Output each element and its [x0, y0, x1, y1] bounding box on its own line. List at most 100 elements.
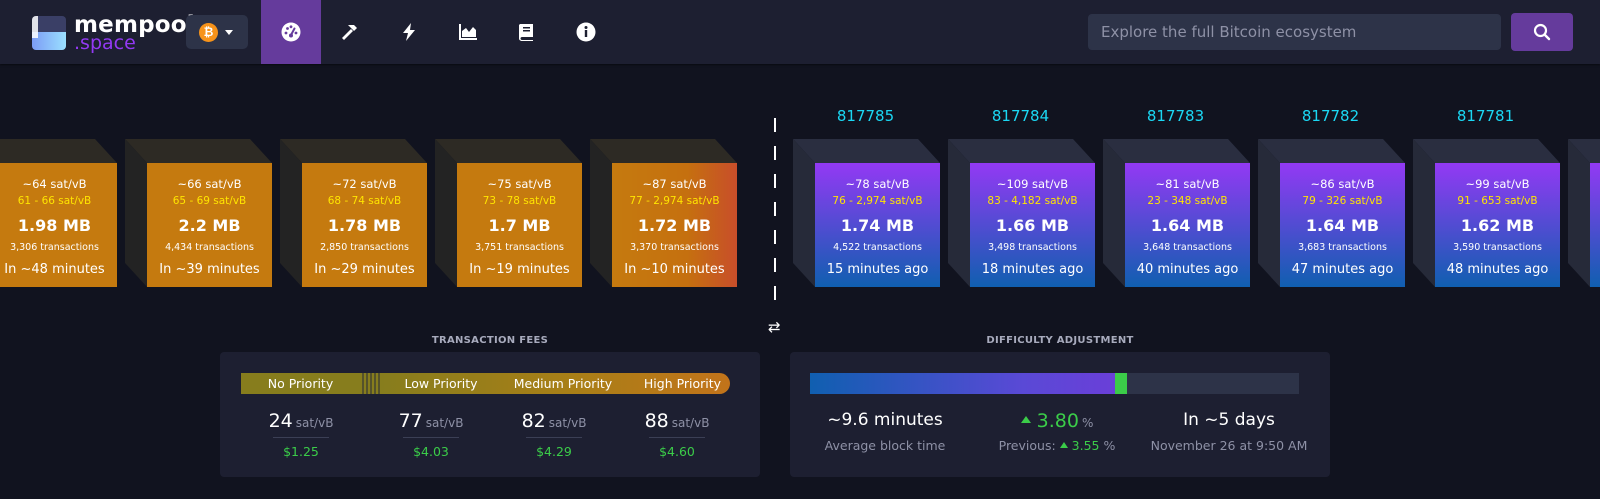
- network-selector[interactable]: ₿: [186, 15, 248, 49]
- search-input[interactable]: [1088, 14, 1501, 50]
- difficulty-progress-fill: [810, 373, 1115, 394]
- label-medium-priority: Medium Priority: [513, 376, 613, 391]
- block-age: 18 minutes ago: [981, 262, 1084, 277]
- eta-date: November 26 at 9:50 AM: [1150, 438, 1308, 453]
- fee-usd: $4.60: [659, 444, 695, 459]
- block-height-link[interactable]: 817784: [958, 107, 1083, 125]
- mempool-block[interactable]: ~87 sat/vB 77 - 2,974 sat/vB 1.72 MB 3,3…: [590, 139, 737, 287]
- block-face: ~109 sat/vB 83 - 4,182 sat/vB 1.66 MB 3,…: [970, 163, 1095, 287]
- change-unit: %: [1081, 416, 1094, 430]
- fee-range: 91 - 653 sat/vB: [1457, 195, 1538, 207]
- block-face: ~87 sat/vB 77 - 2,974 sat/vB 1.72 MB 3,3…: [612, 163, 737, 287]
- fee-medium-priority: 82 sat/vB: [514, 410, 594, 432]
- block-height-link[interactable]: 817782: [1268, 107, 1393, 125]
- tx-count: 3,498 transactions: [988, 242, 1077, 253]
- median-fee: ~66 sat/vB: [177, 177, 242, 191]
- block-size: 1.64 MB: [1150, 216, 1225, 235]
- nav-dashboard[interactable]: [261, 0, 321, 64]
- logo-icon: [32, 16, 66, 50]
- median-fee: ~64 sat/vB: [22, 177, 87, 191]
- median-fee: ~86 sat/vB: [1310, 177, 1375, 191]
- block-face: ~78 sat/vB 76 - 2,974 sat/vB 1.74 MB 4,5…: [815, 163, 940, 287]
- fee-unit: sat/vB: [548, 416, 587, 430]
- mempool-block[interactable]: ~66 sat/vB 65 - 69 sat/vB 2.2 MB 4,434 t…: [125, 139, 272, 287]
- fee-usd: $4.03: [413, 444, 449, 459]
- block-height-link[interactable]: 817781: [1423, 107, 1548, 125]
- block-size: 1.64 MB: [1305, 216, 1380, 235]
- median-fee: ~87 sat/vB: [642, 177, 707, 191]
- nav-docs[interactable]: [497, 0, 557, 64]
- mempool-block[interactable]: ~72 sat/vB 68 - 74 sat/vB 1.78 MB 2,850 …: [280, 139, 427, 287]
- navbar: mempool .space ₿: [0, 0, 1600, 64]
- next-adjustment: In ~5 days: [1144, 410, 1314, 430]
- block-eta: In ~48 minutes: [4, 262, 105, 277]
- gauge-icon: [281, 22, 301, 42]
- mined-block-partial[interactable]: [1568, 139, 1600, 287]
- block-time-label: Average block time: [824, 438, 946, 453]
- block-eta: In ~10 minutes: [624, 262, 725, 277]
- caret-down-icon: [225, 30, 233, 35]
- difficulty-panel[interactable]: ~9.6 minutes Average block time 3.80% Pr…: [790, 352, 1330, 477]
- fee-usd: $4.29: [536, 444, 572, 459]
- block-face: ~72 sat/vB 68 - 74 sat/vB 1.78 MB 2,850 …: [302, 163, 427, 287]
- fee-high-priority: 88 sat/vB: [637, 410, 717, 432]
- fee-no-priority: 24 sat/vB: [261, 410, 341, 432]
- mined-block[interactable]: ~99 sat/vB 91 - 653 sat/vB 1.62 MB 3,590…: [1413, 139, 1560, 287]
- block-age: 48 minutes ago: [1446, 262, 1549, 277]
- block-eta: In ~39 minutes: [159, 262, 260, 277]
- up-arrow-icon: [1020, 416, 1031, 423]
- tx-count: 3,370 transactions: [630, 242, 719, 253]
- mined-block[interactable]: ~86 sat/vB 79 - 326 sat/vB 1.64 MB 3,683…: [1258, 139, 1405, 287]
- block-height-link[interactable]: 817783: [1113, 107, 1238, 125]
- previous-value: 3.55: [1071, 438, 1100, 453]
- block-face: ~75 sat/vB 73 - 78 sat/vB 1.7 MB 3,751 t…: [457, 163, 582, 287]
- fee-range: 83 - 4,182 sat/vB: [987, 195, 1078, 207]
- nav-about[interactable]: [556, 0, 616, 64]
- tx-count: 3,683 transactions: [1298, 242, 1387, 253]
- transaction-fees-panel: No Priority Low Priority Medium Priority…: [220, 352, 760, 477]
- tx-count: 2,850 transactions: [320, 242, 409, 253]
- logo-text-space: .space: [74, 32, 136, 54]
- median-fee: ~81 sat/vB: [1155, 177, 1220, 191]
- block-size: 1.74 MB: [840, 216, 915, 235]
- block-eta: In ~29 minutes: [314, 262, 415, 277]
- swap-arrows-icon[interactable]: ⇄: [768, 318, 781, 336]
- average-block-time: ~9.6 minutes: [800, 410, 970, 430]
- nav-mining[interactable]: [320, 0, 380, 64]
- tx-count: 3,648 transactions: [1143, 242, 1232, 253]
- mined-block[interactable]: ~109 sat/vB 83 - 4,182 sat/vB 1.66 MB 3,…: [948, 139, 1095, 287]
- block-face: ~99 sat/vB 91 - 653 sat/vB 1.62 MB 3,590…: [1435, 163, 1560, 287]
- difficulty-change: 3.80%: [972, 410, 1142, 432]
- tx-count: 4,522 transactions: [833, 242, 922, 253]
- block-height-link[interactable]: 817785: [803, 107, 928, 125]
- book-icon: [519, 24, 533, 41]
- nav-graphs[interactable]: [438, 0, 498, 64]
- previous-change: Previous: 3.55 %: [972, 438, 1142, 453]
- mined-block[interactable]: ~78 sat/vB 76 - 2,974 sat/vB 1.74 MB 4,5…: [793, 139, 940, 287]
- search-button[interactable]: [1511, 13, 1573, 51]
- fee-unit: sat/vB: [295, 416, 334, 430]
- block-face: ~66 sat/vB 65 - 69 sat/vB 2.2 MB 4,434 t…: [147, 163, 272, 287]
- fee-range: 76 - 2,974 sat/vB: [832, 195, 923, 207]
- fee-low-priority: 77 sat/vB: [391, 410, 471, 432]
- fee-range: 61 - 66 sat/vB: [17, 195, 92, 207]
- nav-lightning[interactable]: [379, 0, 439, 64]
- block-face: ~64 sat/vB 61 - 66 sat/vB 1.98 MB 3,306 …: [0, 163, 117, 287]
- mempool-logo[interactable]: mempool .space: [32, 12, 195, 54]
- difficulty-current-marker: [1115, 373, 1127, 394]
- tx-count: 3,751 transactions: [475, 242, 564, 253]
- difficulty-progress-bar: [810, 373, 1299, 394]
- label-no-priority: No Priority: [267, 376, 334, 391]
- label-high-priority: High Priority: [643, 376, 722, 391]
- block-size: 1.78 MB: [327, 216, 402, 235]
- mempool-block[interactable]: ~64 sat/vB 61 - 66 sat/vB 1.98 MB 3,306 …: [0, 139, 117, 287]
- lightning-icon: [403, 23, 415, 41]
- hammer-icon: [342, 25, 357, 40]
- block-eta: In ~19 minutes: [469, 262, 570, 277]
- mempool-block[interactable]: ~75 sat/vB 73 - 78 sat/vB 1.7 MB 3,751 t…: [435, 139, 582, 287]
- fee-range: 73 - 78 sat/vB: [482, 195, 557, 207]
- previous-unit: %: [1103, 438, 1116, 453]
- fee-range: 23 - 348 sat/vB: [1147, 195, 1228, 207]
- mined-block[interactable]: ~81 sat/vB 23 - 348 sat/vB 1.64 MB 3,648…: [1103, 139, 1250, 287]
- fee-priority-bar: No Priority Low Priority Medium Priority…: [241, 373, 739, 394]
